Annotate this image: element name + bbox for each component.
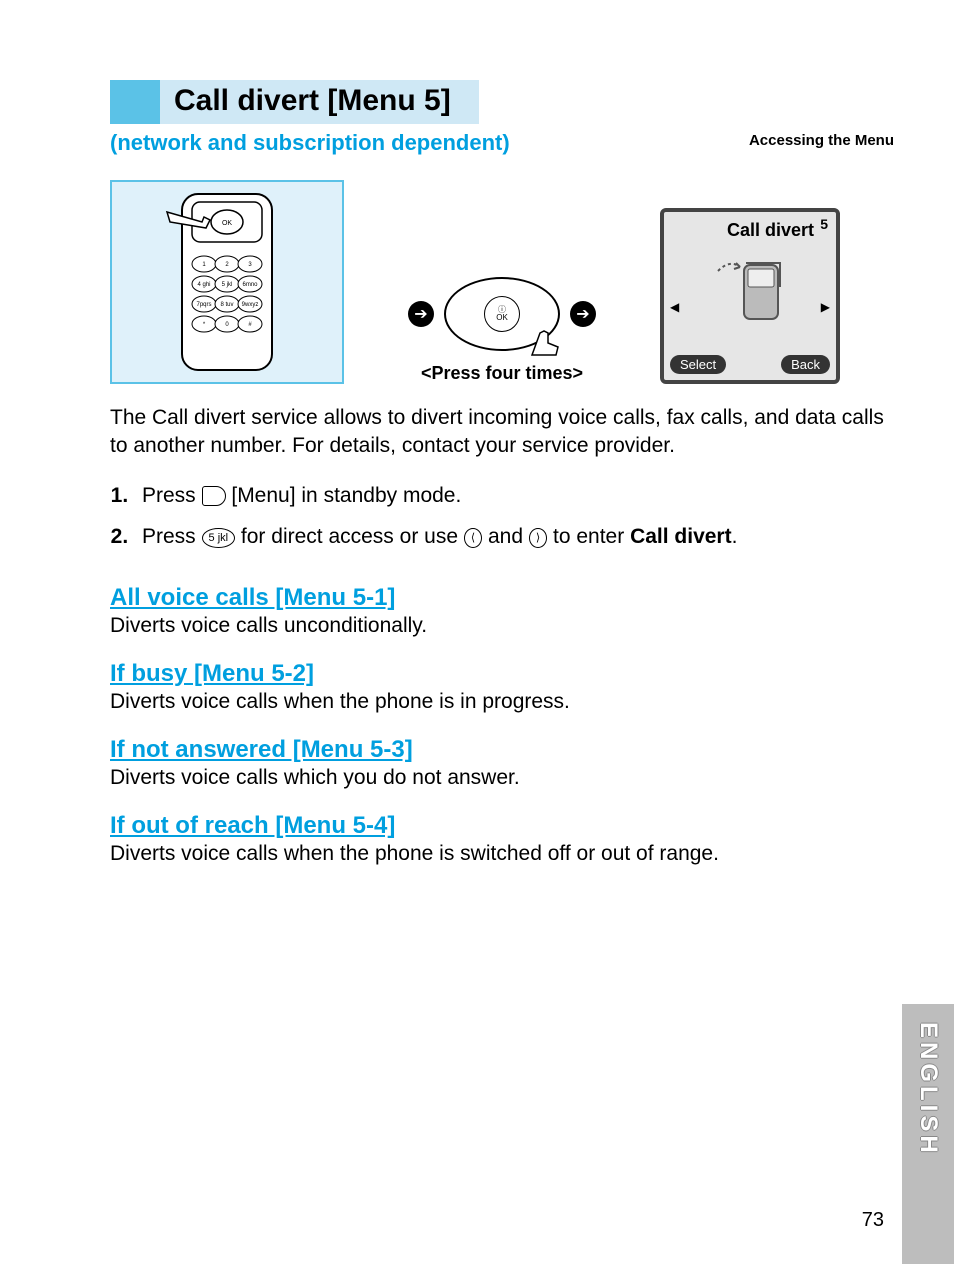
- title-bar: Call divert [Menu 5]: [110, 80, 894, 124]
- press-instruction: <Press four times>: [421, 363, 583, 384]
- screen-nav-arrows: ◀▶: [670, 300, 830, 314]
- subtitle-row: (network and subscription dependent) Acc…: [110, 130, 894, 156]
- svg-text:OK: OK: [222, 220, 232, 227]
- section-heading: If not answered [Menu 5-3]: [110, 736, 894, 764]
- section-4: If out of reach [Menu 5-4] Diverts voice…: [110, 812, 894, 866]
- nav-right-icon: ⟩: [529, 528, 547, 548]
- section-1: All voice calls [Menu 5-1] Diverts voice…: [110, 584, 894, 638]
- section-heading: If busy [Menu 5-2]: [110, 660, 894, 688]
- section-2: If busy [Menu 5-2] Diverts voice calls w…: [110, 660, 894, 714]
- section-text: Diverts voice calls when the phone is sw…: [110, 842, 894, 866]
- manual-page: Call divert [Menu 5] (network and subscr…: [0, 0, 954, 1264]
- nav-illustration: ➔ ⓘOK ➔ <Press four times>: [372, 277, 632, 384]
- access-label: Accessing the Menu: [749, 130, 894, 149]
- section-heading: If out of reach [Menu 5-4]: [110, 812, 894, 840]
- phone-keypad-icon: OK 1 2 3 4 ghi 5 jkl 6mno 7pqrs: [162, 192, 292, 372]
- call-divert-icon: [710, 251, 790, 333]
- svg-text:6mno: 6mno: [242, 282, 258, 288]
- steps-list: Press [Menu] in standby mode. Press 5 jk…: [110, 479, 894, 554]
- finger-press-icon: [528, 321, 564, 357]
- step-1: Press [Menu] in standby mode.: [134, 479, 894, 513]
- page-number: 73: [862, 1209, 884, 1232]
- key-5-icon: 5 jkl: [202, 528, 236, 548]
- title-accent-box: [110, 80, 160, 124]
- language-tab: ENGLISH: [902, 1004, 954, 1264]
- screen-menu-number: 5: [820, 216, 828, 232]
- softkey-back: Back: [781, 355, 830, 374]
- nav-left-icon: ⟨: [464, 528, 482, 548]
- section-heading: All voice calls [Menu 5-1]: [110, 584, 894, 612]
- menu-key-icon: [202, 486, 226, 506]
- svg-text:9wxyz: 9wxyz: [242, 302, 259, 308]
- svg-text:8 tuv: 8 tuv: [220, 302, 233, 308]
- section-text: Diverts voice calls unconditionally.: [110, 614, 894, 638]
- softkey-select: Select: [670, 355, 726, 374]
- page-title: Call divert [Menu 5]: [160, 80, 479, 124]
- svg-text:5 jkl: 5 jkl: [222, 282, 233, 288]
- nav-pad-icon: ⓘOK: [444, 277, 560, 351]
- step-2: Press 5 jkl for direct access or use ⟨ a…: [134, 520, 894, 554]
- phone-illustration: OK 1 2 3 4 ghi 5 jkl 6mno 7pqrs: [110, 180, 344, 384]
- svg-text:7pqrs: 7pqrs: [196, 302, 211, 308]
- subtitle: (network and subscription dependent): [110, 130, 510, 156]
- call-divert-bold: Call divert: [630, 525, 732, 548]
- svg-text:4 ghi: 4 ghi: [197, 282, 210, 288]
- screen-title: Call divert: [672, 220, 828, 241]
- illustration-row: OK 1 2 3 4 ghi 5 jkl 6mno 7pqrs: [110, 180, 894, 384]
- section-3: If not answered [Menu 5-3] Diverts voice…: [110, 736, 894, 790]
- section-text: Diverts voice calls which you do not ans…: [110, 766, 894, 790]
- language-label: ENGLISH: [914, 1022, 942, 1157]
- arrow-right-icon: ➔: [570, 301, 596, 327]
- intro-paragraph: The Call divert service allows to divert…: [110, 404, 894, 461]
- phone-screen: 5 Call divert ◀▶ Select Back: [660, 208, 840, 384]
- arrow-right-icon: ➔: [408, 301, 434, 327]
- section-text: Diverts voice calls when the phone is in…: [110, 690, 894, 714]
- ok-button-icon: ⓘOK: [484, 296, 520, 332]
